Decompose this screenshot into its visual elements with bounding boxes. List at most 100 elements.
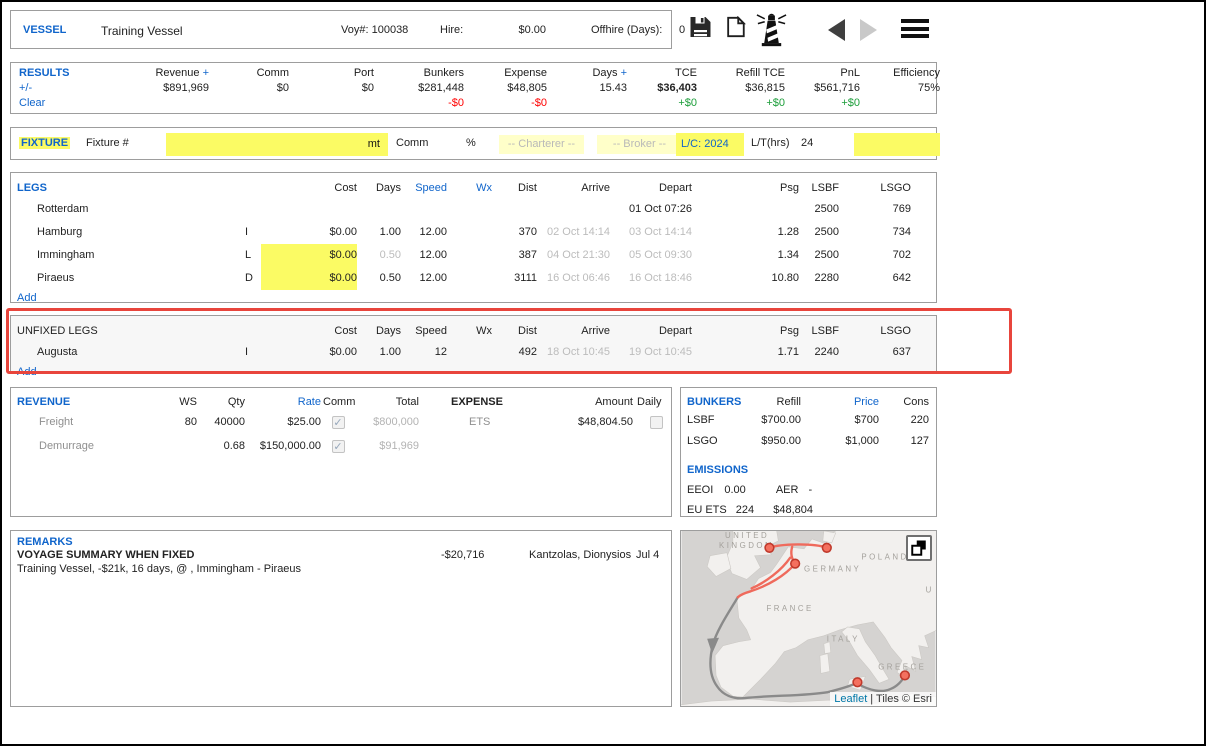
- emissions-row-2: EU ETS 224 $48,804: [687, 500, 936, 520]
- remarks-section-label: REMARKS: [17, 536, 671, 548]
- emissions-section-label: EMISSIONS: [687, 460, 936, 480]
- map-label-u-edge: U: [926, 585, 934, 594]
- aer-value: -: [809, 480, 813, 500]
- results-col-bunkers: Bunkers $281,448-$0: [378, 66, 468, 111]
- leg-row-hamburg: Hamburg I $0.00 1.00 12.00 370 02 Oct 14…: [17, 221, 936, 244]
- results-col-comm: Comm $0: [213, 66, 293, 111]
- freight-comm-checkbox[interactable]: ✓: [332, 416, 345, 429]
- lighthouse-icon[interactable]: [755, 10, 788, 47]
- laycan-field[interactable]: L/C: 2024: [676, 133, 744, 156]
- results-col-expense: Expense $48,805-$0: [468, 66, 551, 111]
- forward-arrow-icon[interactable]: [860, 19, 877, 41]
- euets-label: EU ETS: [687, 500, 727, 520]
- leg-row-rotterdam: Rotterdam 01 Oct 07:26 2500 769: [17, 198, 936, 221]
- fixture-panel: FIXTURE Fixture # mt Comm % -- Charterer…: [10, 127, 937, 160]
- remark-title: VOYAGE SUMMARY WHEN FIXED: [17, 549, 194, 561]
- broker-select[interactable]: -- Broker --: [597, 135, 682, 154]
- map-label-france: FRANCE: [766, 604, 813, 613]
- results-section-label: RESULTS: [19, 66, 70, 81]
- remark-author: Kantzolas, Dionysios: [529, 549, 631, 561]
- results-clear-button[interactable]: Clear: [19, 96, 70, 111]
- revenue-section-label: REVENUE: [17, 394, 167, 410]
- results-plus-minus-toggle[interactable]: +/-: [19, 81, 70, 96]
- map-label-poland: POLAND: [861, 553, 908, 562]
- map-label-germany: GERMANY: [804, 565, 861, 574]
- leg-row-immingham: Immingham L $0.00 0.50 12.00 387 04 Oct …: [17, 244, 936, 267]
- map-label-united: UNITED: [725, 531, 769, 540]
- remarks-panel: REMARKS VOYAGE SUMMARY WHEN FIXED -$20,7…: [10, 530, 672, 707]
- eeoi-value: 0.00: [724, 480, 745, 500]
- map-marker-hamburg[interactable]: [822, 543, 831, 552]
- fixture-section-label[interactable]: FIXTURE: [19, 137, 70, 149]
- map-label-greece: GREECE: [878, 662, 926, 671]
- results-col-pnl: PnL $561,716+$0: [789, 66, 864, 111]
- map-marker-piraeus[interactable]: [901, 671, 910, 680]
- save-icon[interactable]: [687, 15, 714, 39]
- back-arrow-icon[interactable]: [828, 19, 845, 41]
- revenue-panel: REVENUE WS Qty Rate Comm Total Freight 8…: [10, 387, 672, 517]
- revenue-header-comm: Comm: [321, 394, 355, 410]
- leg-port[interactable]: Hamburg: [17, 221, 245, 244]
- leg-port[interactable]: Piraeus: [17, 267, 245, 290]
- fixture-number-label: Fixture #: [86, 137, 129, 149]
- cargo-unit-label: mt: [368, 138, 380, 150]
- voyage-number-value: 100038: [372, 24, 409, 36]
- map-marker-rotterdam[interactable]: [791, 559, 800, 568]
- bunkers-header-price[interactable]: Price: [801, 394, 879, 410]
- euets-cost: $48,804: [773, 500, 813, 520]
- euets-value: 224: [736, 500, 754, 520]
- menu-icon[interactable]: [901, 19, 929, 42]
- demurrage-comm-checkbox[interactable]: ✓: [332, 440, 345, 453]
- bunkers-row-lsgo: LSGO $950.00 $1,000 127: [687, 431, 936, 452]
- unfixed-legs-section-label: UNFIXED LEGS: [17, 321, 245, 341]
- charterer-select[interactable]: -- Charterer --: [499, 135, 584, 154]
- expense-header-amount: Amount: [571, 394, 633, 410]
- bunkers-header-cons: Cons: [879, 394, 929, 410]
- legs-panel: LEGS Cost Days Speed Wx Dist Arrive Depa…: [10, 172, 937, 303]
- remark-date: Jul 4: [636, 549, 659, 561]
- results-col-tce: TCE $36,403+$0: [631, 66, 701, 111]
- legs-header-speed[interactable]: Speed: [401, 178, 447, 198]
- fixture-extra-input[interactable]: [854, 133, 940, 156]
- emissions-row-1: EEOI 0.00 AER -: [687, 480, 936, 500]
- revenue-header-ws: WS: [167, 394, 197, 410]
- bunkers-section-label: BUNKERS: [687, 394, 727, 410]
- bunkers-header-refill: Refill: [727, 394, 801, 410]
- legs-header-psg: Psg: [692, 178, 799, 198]
- laytime-value[interactable]: 24: [801, 137, 813, 149]
- expense-header-daily: Daily: [633, 394, 663, 410]
- eeoi-label: EEOI: [687, 480, 713, 500]
- voyage-estimator-window: VESSEL Training Vessel Voy#: 100038 Hire…: [0, 0, 1206, 746]
- hire-value[interactable]: $0.00: [486, 24, 546, 36]
- ets-daily-checkbox[interactable]: ✓: [650, 416, 663, 429]
- offhire-value[interactable]: 0: [679, 24, 685, 36]
- leg-row-piraeus: Piraeus D $0.00 0.50 12.00 3111 16 Oct 0…: [17, 267, 936, 290]
- offhire-label: Offhire (Days):: [591, 24, 662, 36]
- vessel-name[interactable]: Training Vessel: [101, 24, 183, 38]
- map-canvas[interactable]: UNITED KINGDOM POLAND GERMANY FRANCE ITA…: [681, 531, 936, 706]
- legs-add-button[interactable]: Add: [17, 290, 37, 306]
- new-document-icon[interactable]: [724, 16, 747, 38]
- map-marker-augusta[interactable]: [853, 678, 862, 687]
- leg-port[interactable]: Augusta: [17, 341, 245, 364]
- aer-label: AER: [776, 480, 799, 500]
- map-expand-button[interactable]: [906, 535, 932, 561]
- map-label-italy: ITALY: [827, 635, 860, 644]
- map-marker-immingham[interactable]: [765, 543, 774, 552]
- route-map[interactable]: UNITED KINGDOM POLAND GERMANY FRANCE ITA…: [680, 530, 937, 707]
- map-attribution: Leaflet | Tiles © Esri: [830, 692, 936, 706]
- remark-amount: -$20,716: [441, 549, 484, 561]
- cargo-quantity-input[interactable]: mt: [166, 133, 388, 156]
- revenue-header-rate[interactable]: Rate: [245, 394, 321, 410]
- leaflet-link[interactable]: Leaflet: [834, 693, 867, 705]
- remark-detail: Training Vessel, -$21k, 16 days, @ , Imm…: [17, 563, 671, 575]
- legs-header-wx[interactable]: Wx: [447, 178, 492, 198]
- legs-header-lsgo: LSGO: [839, 178, 911, 198]
- leg-port[interactable]: Immingham: [17, 244, 245, 267]
- vessel-bar: VESSEL Training Vessel Voy#: 100038 Hire…: [10, 10, 672, 49]
- unfixed-legs-add-button[interactable]: Add: [17, 364, 37, 380]
- leg-port[interactable]: Rotterdam: [17, 198, 245, 221]
- results-col-revenue: Revenue + $891,969: [81, 66, 213, 111]
- vessel-section-label[interactable]: VESSEL: [23, 24, 66, 36]
- expense-section-label: EXPENSE: [451, 394, 571, 410]
